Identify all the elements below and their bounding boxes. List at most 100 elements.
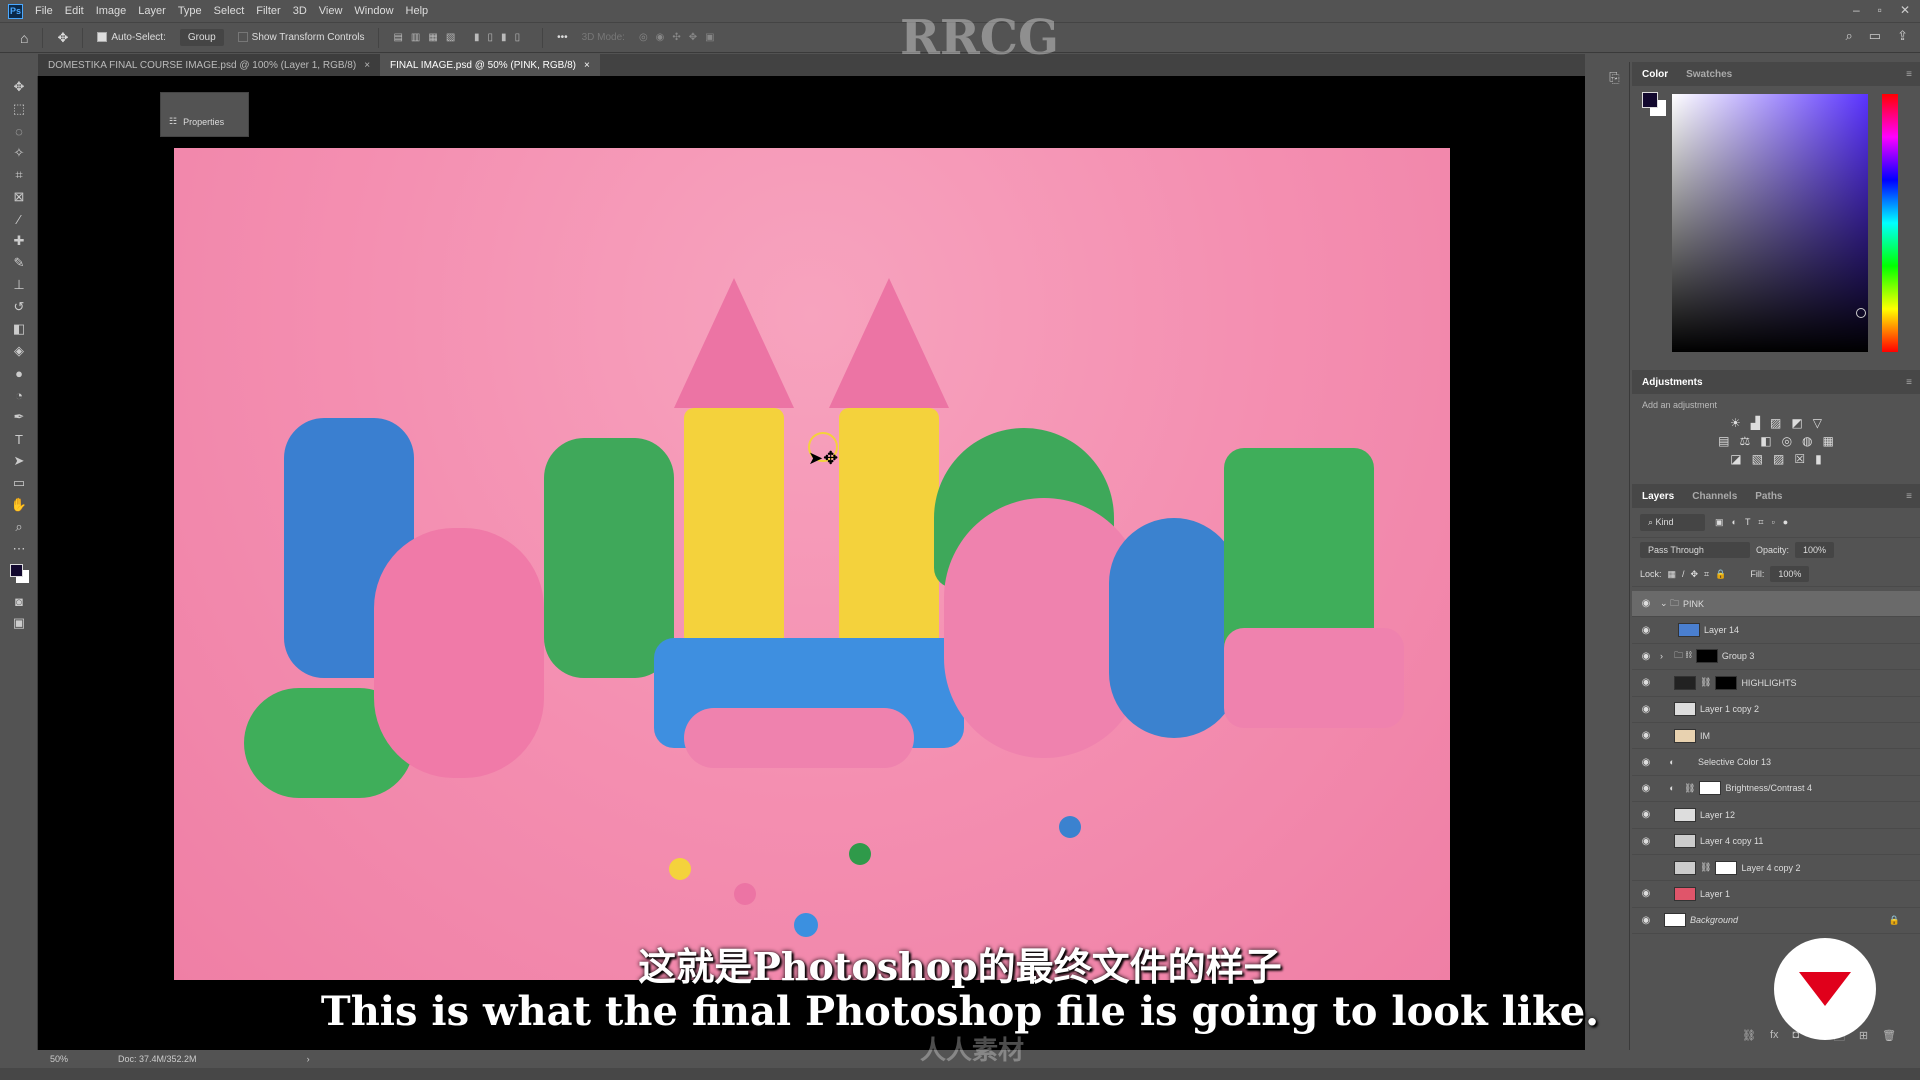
layer-row[interactable]: ◉ Layer 1 copy 2 (1632, 697, 1920, 723)
eye-icon[interactable]: ◉ (1632, 809, 1660, 820)
zoom-level[interactable]: 50% (50, 1054, 68, 1064)
magic-wand-icon[interactable]: ✧ (0, 142, 38, 164)
menu-select[interactable]: Select (214, 5, 245, 17)
fill-input[interactable]: 100% (1770, 566, 1810, 582)
more-options-button[interactable]: ••• (557, 32, 568, 43)
tab-final-image[interactable]: FINAL IMAGE.psd @ 50% (PINK, RGB/8) × (380, 54, 600, 76)
tab-layers[interactable]: Layers (1642, 491, 1674, 502)
blend-mode-dropdown[interactable]: Pass Through (1640, 542, 1750, 558)
levels-icon[interactable]: ▟ (1751, 416, 1760, 430)
eye-icon[interactable]: ◉ (1632, 730, 1660, 741)
eyedropper-icon[interactable]: ⁄ (0, 208, 38, 230)
panel-menu-icon[interactable]: ≡ (1906, 377, 1912, 388)
maximize-icon[interactable]: ▫ (1878, 3, 1882, 17)
invert-icon[interactable]: ◪ (1730, 452, 1741, 466)
opacity-input[interactable]: 100% (1795, 542, 1835, 558)
zoom-tool-icon[interactable]: ⌕ (0, 516, 38, 538)
menu-layer[interactable]: Layer (138, 5, 166, 17)
adjustment-icons-row-1[interactable]: ☀ ▟ ▨ ◩ ▽ (1632, 416, 1920, 430)
layer-row[interactable]: ◉ Background 🔒 (1632, 908, 1920, 935)
layer-row[interactable]: ◉ ⌄ 🗀 PINK (1632, 591, 1920, 618)
marquee-tool-icon[interactable]: ⬚ (0, 98, 38, 120)
layer-row[interactable]: ◉ Layer 4 copy 11 (1632, 829, 1920, 855)
auto-select-checkbox[interactable]: Auto-Select: (97, 32, 166, 43)
channel-mixer-icon[interactable]: ◍ (1802, 434, 1812, 448)
foreground-color-swatch[interactable] (1642, 92, 1658, 108)
eye-icon[interactable]: ◉ (1632, 651, 1660, 662)
share-icon[interactable]: ⇪ (1897, 28, 1908, 44)
paint-bucket-icon[interactable]: ◈ (0, 340, 38, 362)
exposure-icon[interactable]: ◩ (1791, 416, 1802, 430)
menu-filter[interactable]: Filter (256, 5, 280, 17)
selective-color-icon[interactable]: ☒ (1794, 452, 1805, 466)
adjustment-icons-row-2[interactable]: ▤ ⚖ ◧ ◎ ◍ ▦ (1632, 434, 1920, 448)
layer-row[interactable]: ⛓ Layer 4 copy 2 (1632, 855, 1920, 882)
menu-file[interactable]: File (35, 5, 53, 17)
posterize-icon[interactable]: ▧ (1752, 452, 1763, 466)
layer-row[interactable]: ◉ ◐ ⛓ Brightness/Contrast 4 (1632, 776, 1920, 803)
healing-brush-icon[interactable]: ✚ (0, 230, 38, 252)
workspace-icon[interactable]: ▭ (1869, 28, 1881, 44)
menu-type[interactable]: Type (178, 5, 202, 17)
bw-icon[interactable]: ◧ (1760, 434, 1771, 448)
layer-row[interactable]: ◉ Layer 1 (1632, 881, 1920, 908)
color-balance-icon[interactable]: ⚖ (1739, 434, 1750, 448)
hue-slider[interactable] (1882, 94, 1898, 352)
show-transform-checkbox[interactable]: Show Transform Controls (237, 32, 364, 43)
menu-window[interactable]: Window (354, 5, 393, 17)
menu-edit[interactable]: Edit (65, 5, 84, 17)
lock-icons[interactable]: ▦/✥⌗🔒 (1668, 569, 1733, 580)
tab-color[interactable]: Color (1642, 69, 1668, 80)
adjustment-icons-row-3[interactable]: ◪ ▧ ▨ ☒ ▮ (1632, 452, 1920, 466)
eye-icon[interactable]: ◉ (1632, 704, 1660, 715)
eye-icon[interactable]: ◉ (1632, 598, 1660, 609)
eye-icon[interactable]: ◉ (1632, 783, 1660, 794)
stamp-tool-icon[interactable]: ⊥ (0, 274, 38, 296)
search-icon[interactable]: ⌕ (1846, 28, 1853, 44)
layer-row[interactable]: ◉ Layer 14 (1632, 617, 1920, 644)
layer-row[interactable]: ◉ ◐ Selective Color 13 (1632, 749, 1920, 776)
eye-icon[interactable]: ◉ (1632, 836, 1660, 847)
layer-row[interactable]: ◉ IM (1632, 723, 1920, 750)
status-arrow[interactable]: › (307, 1054, 310, 1064)
photo-filter-icon[interactable]: ◎ (1782, 434, 1792, 448)
eye-icon[interactable]: ◉ (1632, 915, 1660, 926)
menu-help[interactable]: Help (406, 5, 429, 17)
dodge-tool-icon[interactable]: ◔ (0, 384, 38, 406)
lasso-tool-icon[interactable]: ◌ (0, 120, 38, 142)
layer-row[interactable]: ◉ ⛓ HIGHLIGHTS (1632, 670, 1920, 697)
tab-close-icon[interactable]: × (584, 60, 590, 71)
eraser-icon[interactable]: ◧ (0, 318, 38, 340)
hand-tool-icon[interactable]: ✋ (0, 494, 38, 516)
menu-view[interactable]: View (319, 5, 343, 17)
hue-sat-icon[interactable]: ▤ (1718, 434, 1729, 448)
auto-select-dropdown[interactable]: Group (179, 29, 224, 46)
panel-menu-icon[interactable]: ≡ (1906, 69, 1912, 80)
move-tool-icon[interactable]: ✥ (57, 30, 68, 46)
blur-tool-icon[interactable]: ● (0, 362, 38, 384)
tab-domestika-final[interactable]: DOMESTIKA FINAL COURSE IMAGE.psd @ 100% … (38, 54, 381, 76)
menu-3d[interactable]: 3D (293, 5, 307, 17)
eye-icon[interactable]: ◉ (1632, 677, 1660, 688)
document-image[interactable] (174, 148, 1450, 980)
gradient-map-icon[interactable]: ▮ (1815, 452, 1822, 466)
tab-close-icon[interactable]: × (364, 60, 370, 71)
home-icon[interactable]: ⌂ (20, 30, 28, 46)
brightness-icon[interactable]: ☀ (1730, 416, 1741, 430)
color-field[interactable] (1672, 94, 1868, 352)
curves-icon[interactable]: ▨ (1770, 416, 1781, 430)
history-brush-icon[interactable]: ↺ (0, 296, 38, 318)
filter-icons[interactable]: ▣◐T⌗▫● (1715, 517, 1796, 528)
path-select-icon[interactable]: ➤ (0, 450, 38, 472)
color-lookup-icon[interactable]: ▦ (1823, 434, 1834, 448)
rectangle-tool-icon[interactable]: ▭ (0, 472, 38, 494)
screen-mode-icon[interactable]: ▣ (0, 612, 38, 634)
frame-tool-icon[interactable]: ⊠ (0, 186, 38, 208)
3d-tools-icons[interactable]: ◎◉✣✥▣ (639, 32, 723, 43)
color-picker-handle[interactable] (1856, 308, 1866, 318)
layer-row[interactable]: ◉ Layer 12 (1632, 802, 1920, 829)
tab-swatches[interactable]: Swatches (1686, 69, 1732, 80)
tab-paths[interactable]: Paths (1755, 491, 1782, 502)
quick-mask-icon[interactable]: ◙ (0, 590, 38, 612)
eye-icon[interactable]: ◉ (1632, 625, 1660, 636)
